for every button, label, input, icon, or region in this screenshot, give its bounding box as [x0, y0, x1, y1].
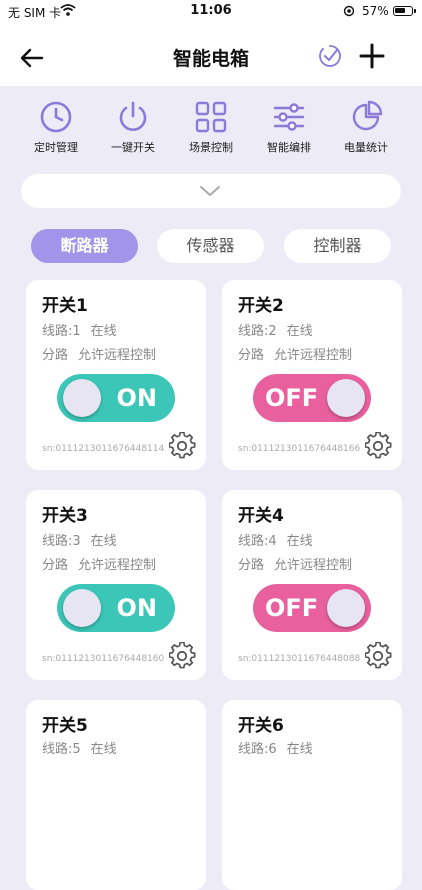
function-label: 场景控制 — [189, 141, 233, 154]
line-row: 线路:5 在线 — [42, 738, 117, 757]
pie-chart-icon — [352, 100, 383, 131]
switch-name: 开关1 — [42, 296, 88, 316]
toggle-state: OFF — [265, 594, 319, 622]
serial-number: sn:0111213011676448166 — [238, 444, 361, 454]
switch-name: 开关5 — [42, 716, 88, 736]
toggle-state: OFF — [265, 384, 319, 412]
gear-icon[interactable] — [169, 432, 197, 460]
switch-toggle[interactable]: OFF — [253, 584, 371, 632]
function-bar: 定时管理 一键开关 场景控制 智能编排 电量统计 — [0, 86, 422, 160]
function-stats[interactable]: 电量统计 — [324, 100, 408, 155]
switch-type: 分路 — [238, 558, 265, 573]
line-row: 线路:3 在线 — [42, 530, 117, 549]
switch-card[interactable]: 开关3 线路:3 在线 分路 允许远程控制 ON sn:01112130116764… — [26, 490, 206, 680]
gear-icon[interactable] — [365, 642, 393, 670]
remote-control-status: 允许远程控制 — [78, 348, 157, 363]
online-status: 在线 — [90, 324, 117, 339]
line-number: 线路:2 — [238, 324, 277, 339]
remote-control-status: 允许远程控制 — [78, 558, 157, 573]
tab-controller[interactable]: 控制器 — [284, 229, 391, 263]
tab-breaker[interactable]: 断路器 — [31, 229, 138, 263]
switch-type: 分路 — [42, 558, 69, 573]
function-label: 电量统计 — [344, 141, 388, 154]
serial-number: sn:0111213011676448114 — [42, 444, 165, 454]
switch-card[interactable]: 开关1 线路:1 在线 分路 允许远程控制 ON sn:01112130116764… — [26, 280, 206, 470]
chevron-down-icon — [200, 186, 220, 196]
switch-name: 开关6 — [238, 716, 284, 736]
serial-number: sn:0111213011676448160 — [42, 654, 165, 664]
clock-icon — [40, 101, 72, 133]
function-label: 定时管理 — [34, 141, 78, 154]
type-row: 分路 允许远程控制 — [238, 554, 352, 573]
switch-card[interactable]: 开关2 线路:2 在线 分路 允许远程控制 OFF sn:0111213011676… — [222, 280, 402, 470]
online-status: 在线 — [286, 534, 313, 549]
line-row: 线路:4 在线 — [238, 530, 313, 549]
online-status: 在线 — [90, 534, 117, 549]
switch-type: 分路 — [238, 348, 265, 363]
toggle-state: ON — [116, 384, 158, 412]
nav-bar: 智能电箱 — [0, 24, 422, 86]
switch-type: 分路 — [42, 348, 69, 363]
scene-grid-icon — [195, 101, 227, 133]
battery-icon — [393, 6, 416, 16]
switch-card[interactable]: 开关4 线路:4 在线 分路 允许远程控制 OFF sn:0111213011676… — [222, 490, 402, 680]
switch-card[interactable]: 开关6 线路:6 在线 — [222, 700, 402, 890]
gear-icon[interactable] — [169, 642, 197, 670]
tab-sensor[interactable]: 传感器 — [157, 229, 264, 263]
switch-toggle[interactable]: ON — [57, 584, 175, 632]
line-row: 线路:1 在线 — [42, 320, 117, 339]
plus-icon[interactable] — [358, 42, 386, 70]
sliders-icon — [273, 103, 305, 131]
status-bar: 无 SIM 卡 11:06 57% — [0, 0, 422, 24]
power-icon — [119, 101, 147, 131]
switch-name: 开关3 — [42, 506, 88, 526]
switch-name: 开关2 — [238, 296, 284, 316]
gear-icon[interactable] — [365, 432, 393, 460]
function-label: 智能编排 — [267, 141, 311, 154]
type-row: 分路 允许远程控制 — [238, 344, 352, 363]
function-orchestrate[interactable]: 智能编排 — [247, 100, 331, 155]
switch-name: 开关4 — [238, 506, 284, 526]
switch-toggle[interactable]: ON — [57, 374, 175, 422]
switch-card[interactable]: 开关5 线路:5 在线 — [26, 700, 206, 890]
function-label: 一键开关 — [111, 141, 155, 154]
switch-toggle[interactable]: OFF — [253, 374, 371, 422]
type-row: 分路 允许远程控制 — [42, 554, 156, 573]
line-row: 线路:2 在线 — [238, 320, 313, 339]
expand-bar[interactable] — [21, 174, 401, 208]
function-power[interactable]: 一键开关 — [91, 100, 175, 155]
remote-control-status: 允许远程控制 — [274, 558, 353, 573]
line-number: 线路:4 — [238, 534, 277, 549]
online-status: 在线 — [286, 324, 313, 339]
check-circle-icon[interactable] — [318, 44, 342, 68]
orientation-lock-icon — [343, 5, 355, 17]
toggle-state: ON — [116, 594, 158, 622]
type-row: 分路 允许远程控制 — [42, 344, 156, 363]
function-timer[interactable]: 定时管理 — [14, 100, 98, 155]
line-number: 线路:3 — [42, 534, 81, 549]
line-row: 线路:6 在线 — [238, 738, 313, 757]
remote-control-status: 允许远程控制 — [274, 348, 353, 363]
battery-percent: 57% — [362, 4, 389, 18]
function-scene[interactable]: 场景控制 — [169, 100, 253, 155]
clock-time: 11:06 — [190, 3, 232, 18]
line-number: 线路:1 — [42, 324, 81, 339]
serial-number: sn:0111213011676448088 — [238, 654, 361, 664]
